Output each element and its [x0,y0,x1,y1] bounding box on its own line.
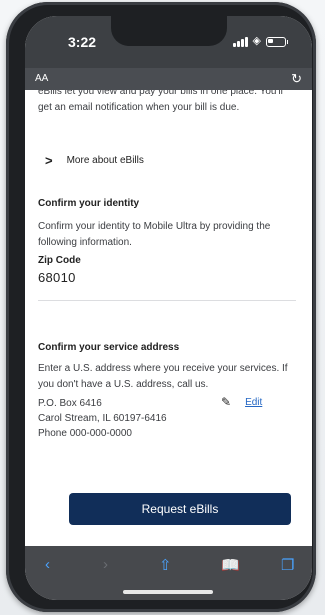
more-about-ebills-link[interactable]: > More about eBills [45,153,144,168]
status-bar: 3:22 ◈ [25,16,312,68]
address-line-1: P.O. Box 6416 [38,398,102,409]
identity-heading: Confirm your identity [38,198,140,209]
identity-description: Confirm your identity to Mobile Ultra by… [38,221,271,248]
share-icon[interactable]: ⇧ [159,556,172,574]
request-ebills-button[interactable]: Request eBills [69,493,291,525]
screen: 3:22 ◈ AA ↻ eBills let you view and pay … [25,16,312,600]
ebills-intro-text: eBills let you view and pay your bills i… [38,90,283,113]
status-time: 3:22 [68,34,97,50]
page-content: eBills let you view and pay your bills i… [25,90,312,546]
signal-icon [233,36,248,47]
divider [38,300,296,301]
wifi-icon: ◈ [252,35,261,47]
address-heading: Confirm your service address [38,342,180,353]
browser-address-bar[interactable]: AA ↻ [25,68,312,90]
forward-icon[interactable]: › [103,556,108,573]
home-indicator [123,590,213,594]
pencil-icon[interactable]: ✎ [221,395,231,409]
address-line-2: Carol Stream, IL 60197-6416 [38,413,167,424]
reload-icon[interactable]: ↻ [291,71,302,87]
chevron-right-icon: > [45,153,53,168]
zip-code-label: Zip Code [38,255,81,266]
notch [111,16,227,46]
more-about-ebills-label: More about eBills [66,155,144,166]
phone-frame: 3:22 ◈ AA ↻ eBills let you view and pay … [6,2,316,612]
edit-link[interactable]: Edit [245,397,262,408]
bookmarks-icon[interactable]: 📖 [221,556,240,574]
battery-icon [266,36,288,47]
address-phone: Phone 000-000-0000 [38,428,132,439]
tabs-icon[interactable]: ❐ [281,556,294,574]
back-icon[interactable]: ‹ [45,556,50,573]
reader-aa-button[interactable]: AA [35,73,48,84]
edit-address[interactable]: ✎ Edit [221,395,262,409]
status-icons: ◈ [233,35,288,47]
address-description: Enter a U.S. address where you receive y… [38,363,288,390]
service-address: P.O. Box 6416 Carol Stream, IL 60197-641… [38,396,167,441]
zip-code-value[interactable]: 68010 [38,270,76,285]
